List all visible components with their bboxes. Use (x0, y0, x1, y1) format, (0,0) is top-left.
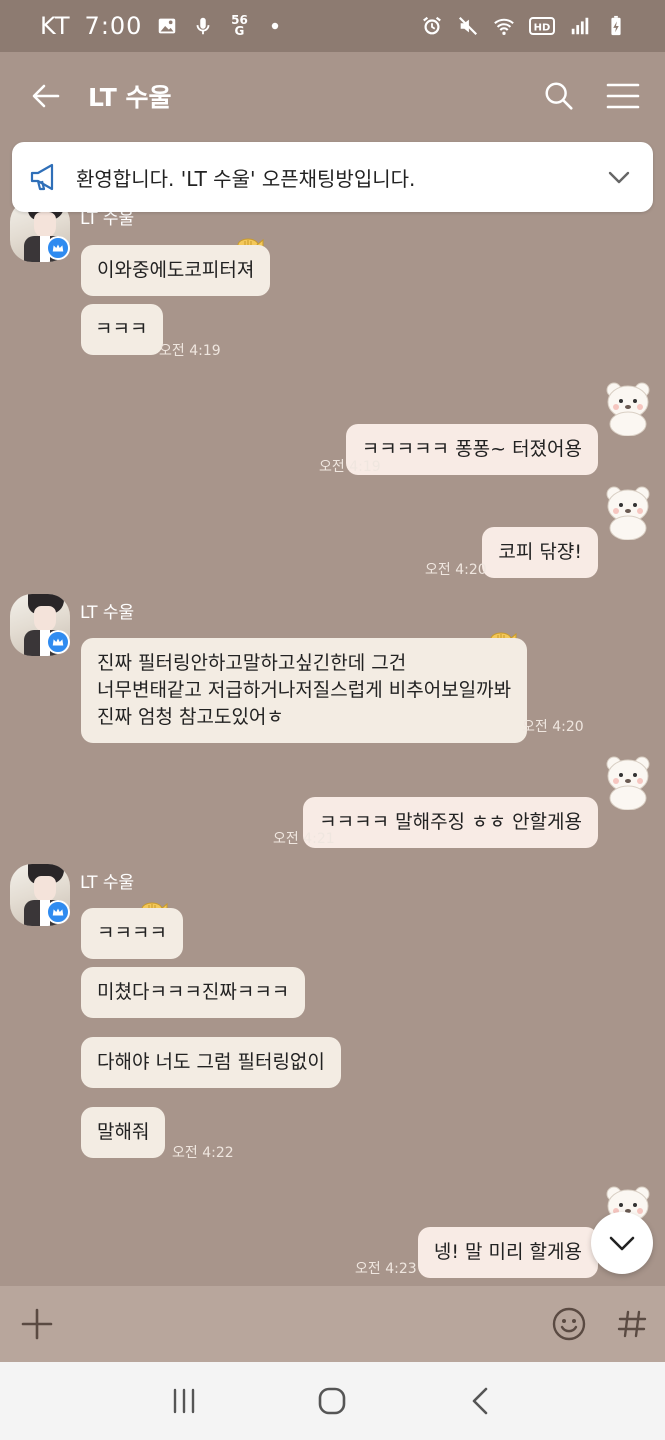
alarm-icon (421, 15, 443, 37)
message-time: 오전 4:23 (355, 1261, 417, 1277)
message-bubble[interactable]: ㅋㅋㅋㅋ (81, 908, 183, 959)
search-icon[interactable] (539, 76, 579, 116)
message-line: 진짜 필터링안하고말하고싶긴한데 그건 (97, 652, 407, 674)
message-line: 진짜 엄청 참고도있어ㅎ (97, 706, 284, 728)
message-list[interactable]: LT 수울 이와중에도코피터져 ㅋㅋㅋ 오전 4:19 ㅋㅋㅋㅋㅋ 퐁퐁~ 터졌… (0, 140, 665, 1286)
back-arrow-icon[interactable] (28, 78, 64, 114)
message-time: 오전 4:20 (425, 562, 487, 578)
message-bubble[interactable]: 진짜 필터링안하고말하고싶긴한데 그건 너무변태같고 저급하거나저질스럽게 비추… (81, 638, 528, 743)
sender-name: LT 수울 (80, 603, 135, 623)
message-bubble[interactable]: 말해줘 (81, 1107, 166, 1158)
wifi-icon (493, 15, 515, 37)
bear-profile-icon (600, 378, 656, 437)
battery-charging-icon (605, 15, 627, 37)
dot-icon (264, 15, 286, 37)
chevron-down-icon (609, 1236, 635, 1251)
message-bubble[interactable]: 넹! 말 미리 할게용 (417, 1227, 598, 1278)
network-type-icon: 56 G (228, 14, 250, 38)
sender-name: LT 수울 (80, 873, 135, 893)
scroll-to-bottom-button[interactable] (591, 1212, 653, 1274)
message-bubble[interactable]: ㅋㅋㅋㅋㅋ 퐁퐁~ 터졌어용 (345, 424, 598, 475)
notice-banner[interactable]: 환영합니다. 'LT 수울' 오픈채팅방입니다. (12, 142, 653, 212)
microphone-icon (192, 15, 214, 37)
back-nav-icon[interactable] (464, 1384, 498, 1418)
crown-badge-icon (46, 630, 70, 654)
message-line: 너무변태같고 저급하거나저질스럽게 비추어보일까봐 (97, 679, 512, 701)
message-bubble[interactable]: 이와중에도코피터져 (81, 245, 271, 296)
smiley-icon[interactable] (551, 1306, 587, 1342)
crown-badge-icon (46, 900, 70, 924)
hamburger-menu-icon[interactable] (603, 76, 643, 116)
message-time: 오전 4:19 (319, 459, 381, 475)
hashtag-icon[interactable] (617, 1309, 647, 1339)
clock: 7:00 (84, 12, 143, 40)
message-bubble[interactable]: 다해야 너도 그럼 필터링없이 (81, 1037, 341, 1088)
message-bubble[interactable]: ㅋㅋㅋㅋ 말해주징 ㅎㅎ 안할게용 (303, 797, 598, 848)
gallery-icon (156, 15, 178, 37)
chat-header: LT 수울 (0, 52, 665, 140)
notice-text: 환영합니다. 'LT 수울' 오픈채팅방입니다. (76, 166, 416, 191)
carrier-label: KT (40, 12, 71, 40)
crown-badge-icon (46, 236, 70, 260)
home-icon[interactable] (315, 1384, 349, 1418)
plus-icon[interactable] (20, 1307, 54, 1341)
message-bubble[interactable]: 코피 닦쟝! (482, 527, 598, 578)
bear-profile-icon (600, 482, 656, 541)
system-navigation-bar (0, 1362, 665, 1440)
mute-icon (457, 15, 479, 37)
hd-label: HD (534, 23, 551, 34)
recent-apps-icon[interactable] (167, 1384, 201, 1418)
chat-room-title: LT 수울 (88, 83, 172, 112)
message-bubble[interactable]: ㅋㅋㅋ (81, 304, 164, 355)
message-bubble[interactable]: 미쳤다ㅋㅋㅋ진짜ㅋㅋㅋ (81, 967, 306, 1018)
megaphone-icon (28, 160, 62, 194)
message-time: 오전 4:22 (172, 1145, 234, 1161)
network-type-bottom: G (234, 24, 245, 38)
message-time: 오전 4:19 (159, 343, 221, 359)
message-input-bar (0, 1286, 665, 1362)
hd-voice-icon: HD (529, 15, 555, 37)
chevron-down-icon[interactable] (605, 163, 633, 191)
message-time: 오전 4:20 (522, 719, 584, 735)
bear-profile-icon (600, 752, 656, 811)
status-bar: KT 7:00 56 G HD (0, 0, 665, 52)
message-time: 오전 4:21 (273, 831, 335, 847)
signal-icon (569, 15, 591, 37)
